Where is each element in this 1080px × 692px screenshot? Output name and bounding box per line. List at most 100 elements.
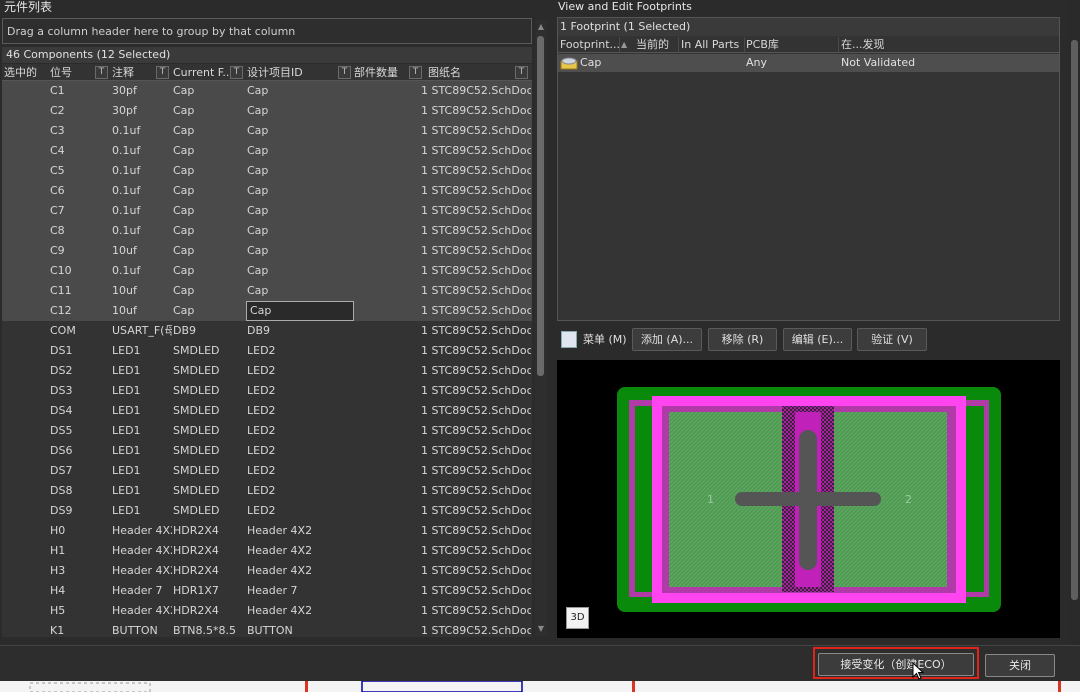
component-list-title: 元件列表 [4, 0, 53, 14]
component-row[interactable]: C2 30pf Cap Cap 1 STC89C52.SchDoc [2, 101, 532, 121]
component-row[interactable]: C6 0.1uf Cap Cap 1 STC89C52.SchDoc [2, 181, 532, 201]
footprint-cell: Cap [173, 84, 195, 97]
footprint-cell: SMDLED [173, 424, 220, 437]
footprint-cell: Cap [173, 144, 195, 157]
col-in-all-parts[interactable]: In All Parts [679, 37, 745, 53]
component-row[interactable]: H4 Header 7 HDR1X7 Header 7 1 STC89C52.SchDo… [2, 581, 532, 601]
component-row[interactable]: DS7 LED1 SMDLED LED2 1 STC89C52.SchDoc [2, 461, 532, 481]
component-row[interactable]: C10 0.1uf Cap Cap 1 STC89C52.SchDoc [2, 261, 532, 281]
sheet-name-cell: 1 STC89C52.SchDoc [421, 204, 531, 217]
col-part-count[interactable]: 部件数量 [354, 64, 409, 81]
designator-cell: H0 [50, 524, 66, 537]
footprint-preview[interactable]: 1 2 [557, 360, 1060, 638]
scroll-up-icon[interactable]: ▲ [536, 22, 546, 32]
component-row[interactable]: DS6 LED1 SMDLED LED2 1 STC89C52.SchDoc [2, 441, 532, 461]
footprint-cell: SMDLED [173, 484, 220, 497]
mouse-cursor-icon [912, 662, 924, 680]
col-designator[interactable]: 位号 [50, 64, 94, 81]
col-found-in[interactable]: 在...发现 [839, 37, 1059, 53]
edit-button[interactable]: 编辑 (E)... [783, 328, 852, 351]
component-row[interactable]: C11 10uf Cap Cap 1 STC89C52.SchDoc [2, 281, 532, 301]
col-current[interactable]: 当前的 [634, 37, 679, 53]
component-row[interactable]: DS3 LED1 SMDLED LED2 1 STC89C52.SchDoc [2, 381, 532, 401]
col-sheet-name[interactable]: 图纸名 [428, 64, 508, 81]
component-row[interactable]: C7 0.1uf Cap Cap 1 STC89C52.SchDoc [2, 201, 532, 221]
scrollbar-thumb[interactable] [537, 36, 544, 376]
component-row[interactable]: H5 Header 4X2 HDR2X4 Header 4X2 1 STC89C52.S… [2, 601, 532, 621]
design-item-id-cell: DB9 [247, 324, 271, 337]
component-row[interactable]: C8 0.1uf Cap Cap 1 STC89C52.SchDoc [2, 221, 532, 241]
sort-asc-icon[interactable]: ▲ [621, 37, 633, 53]
component-table-header: 选中的 位号 T 注释 T Current F... T 设计项目ID T 部件… [2, 64, 532, 81]
comment-cell: LED1 [112, 364, 141, 377]
comment-cell: LED1 [112, 384, 141, 397]
filter-icon[interactable]: T [95, 66, 108, 79]
footprint-cell: Cap [173, 124, 195, 137]
scroll-down-icon[interactable]: ▼ [536, 624, 546, 634]
component-row[interactable]: H1 Header 4X2 HDR2X4 Header 4X2 1 STC89C52.S… [2, 541, 532, 561]
sheet-name-cell: 1 STC89C52.SchDoc [421, 304, 531, 317]
comment-cell: BUTTON [112, 624, 158, 637]
close-button[interactable]: 关闭 [985, 654, 1055, 677]
col-current-footprint[interactable]: Current F... [173, 64, 229, 81]
menu-button[interactable]: 菜单 (M) [557, 328, 627, 351]
dialog-scrollbar[interactable] [1068, 0, 1080, 645]
comment-cell: 0.1uf [112, 204, 141, 217]
component-row[interactable]: H0 Header 4X2 HDR2X4 Header 4X2 1 STC89C52.S… [2, 521, 532, 541]
filter-icon[interactable]: T [338, 66, 351, 79]
component-row[interactable]: C12 10uf Cap Cap 1 STC89C52.SchDoc [2, 301, 532, 321]
filter-icon[interactable]: T [156, 66, 169, 79]
add-button[interactable]: 添加 (A)... [632, 328, 702, 351]
footprint-table-header: Footprint... ▲ 当前的 In All Parts PCB库 在..… [558, 37, 1059, 53]
scrollbar-thumb[interactable] [1071, 40, 1078, 600]
comment-cell: Header 7 [112, 584, 163, 597]
component-row[interactable]: C3 0.1uf Cap Cap 1 STC89C52.SchDoc [2, 121, 532, 141]
filter-icon[interactable]: T [515, 66, 528, 79]
filter-icon[interactable]: T [409, 66, 422, 79]
designator-cell: DS8 [50, 484, 73, 497]
view-3d-button[interactable]: 3D [566, 607, 589, 629]
col-footprint[interactable]: Footprint... [558, 37, 620, 53]
design-item-id-cell[interactable]: Cap [246, 301, 354, 321]
designator-cell: DS4 [50, 404, 73, 417]
component-row[interactable]: C1 30pf Cap Cap 1 STC89C52.SchDoc [2, 81, 532, 101]
component-row[interactable]: COMUSART_F(母头)DB9DB91 STC89C52.SchDoc [2, 321, 532, 341]
component-row[interactable]: DS5 LED1 SMDLED LED2 1 STC89C52.SchDoc [2, 421, 532, 441]
sheet-name-cell: 1 STC89C52.SchDoc [421, 464, 531, 477]
group-by-drop-zone[interactable]: Drag a column header here to group by th… [2, 18, 532, 44]
col-comment[interactable]: 注释 [112, 64, 156, 81]
component-row[interactable]: C5 0.1uf Cap Cap 1 STC89C52.SchDoc [2, 161, 532, 181]
filter-icon[interactable]: T [230, 66, 243, 79]
component-row[interactable]: C4 0.1uf Cap Cap 1 STC89C52.SchDoc [2, 141, 532, 161]
sheet-name-cell: 1 STC89C52.SchDoc [421, 124, 531, 137]
designator-cell: C1 [50, 84, 65, 97]
component-row[interactable]: DS4 LED1 SMDLED LED2 1 STC89C52.SchDoc [2, 401, 532, 421]
component-row[interactable]: C9 10uf Cap Cap 1 STC89C52.SchDoc [2, 241, 532, 261]
accept-changes-button[interactable]: 接受变化（创建ECO） [818, 653, 974, 676]
footprint-row[interactable]: Cap Any Not Validated [558, 54, 1059, 72]
validate-button[interactable]: 验证 (V) [857, 328, 927, 351]
pad-label-1: 1 [707, 493, 714, 506]
schematic-background [0, 681, 1080, 692]
col-selected[interactable]: 选中的 [4, 64, 50, 81]
component-row[interactable]: DS8 LED1 SMDLED LED2 1 STC89C52.SchDoc [2, 481, 532, 501]
design-item-id-cell: Cap [247, 204, 269, 217]
footprint-name: Cap [580, 56, 602, 69]
footprint-cell: Cap [173, 164, 195, 177]
component-list-scrollbar[interactable]: ▲ ▼ [535, 20, 547, 636]
design-item-id-cell: Header 4X2 [247, 524, 313, 537]
col-design-item-id[interactable]: 设计项目ID [247, 64, 332, 81]
sheet-name-cell: 1 STC89C52.SchDoc [421, 544, 531, 557]
design-item-id-cell: LED2 [247, 344, 276, 357]
col-pcb-lib[interactable]: PCB库 [744, 37, 839, 53]
remove-button[interactable]: 移除 (R) [708, 328, 777, 351]
comment-cell: LED1 [112, 404, 141, 417]
designator-cell: C9 [50, 244, 65, 257]
component-row[interactable]: DS1 LED1 SMDLED LED2 1 STC89C52.SchDoc [2, 341, 532, 361]
comment-cell: 10uf [112, 284, 137, 297]
sheet-name-cell: 1 STC89C52.SchDoc [421, 444, 531, 457]
component-row[interactable]: K1 BUTTON BTN8.5*8.5 BUTTON 1 STC89C52.SchDo… [2, 621, 532, 637]
component-row[interactable]: H3 Header 4X2 HDR2X4 Header 4X2 1 STC89C52.S… [2, 561, 532, 581]
component-row[interactable]: DS9 LED1 SMDLED LED2 1 STC89C52.SchDoc [2, 501, 532, 521]
component-row[interactable]: DS2 LED1 SMDLED LED2 1 STC89C52.SchDoc [2, 361, 532, 381]
